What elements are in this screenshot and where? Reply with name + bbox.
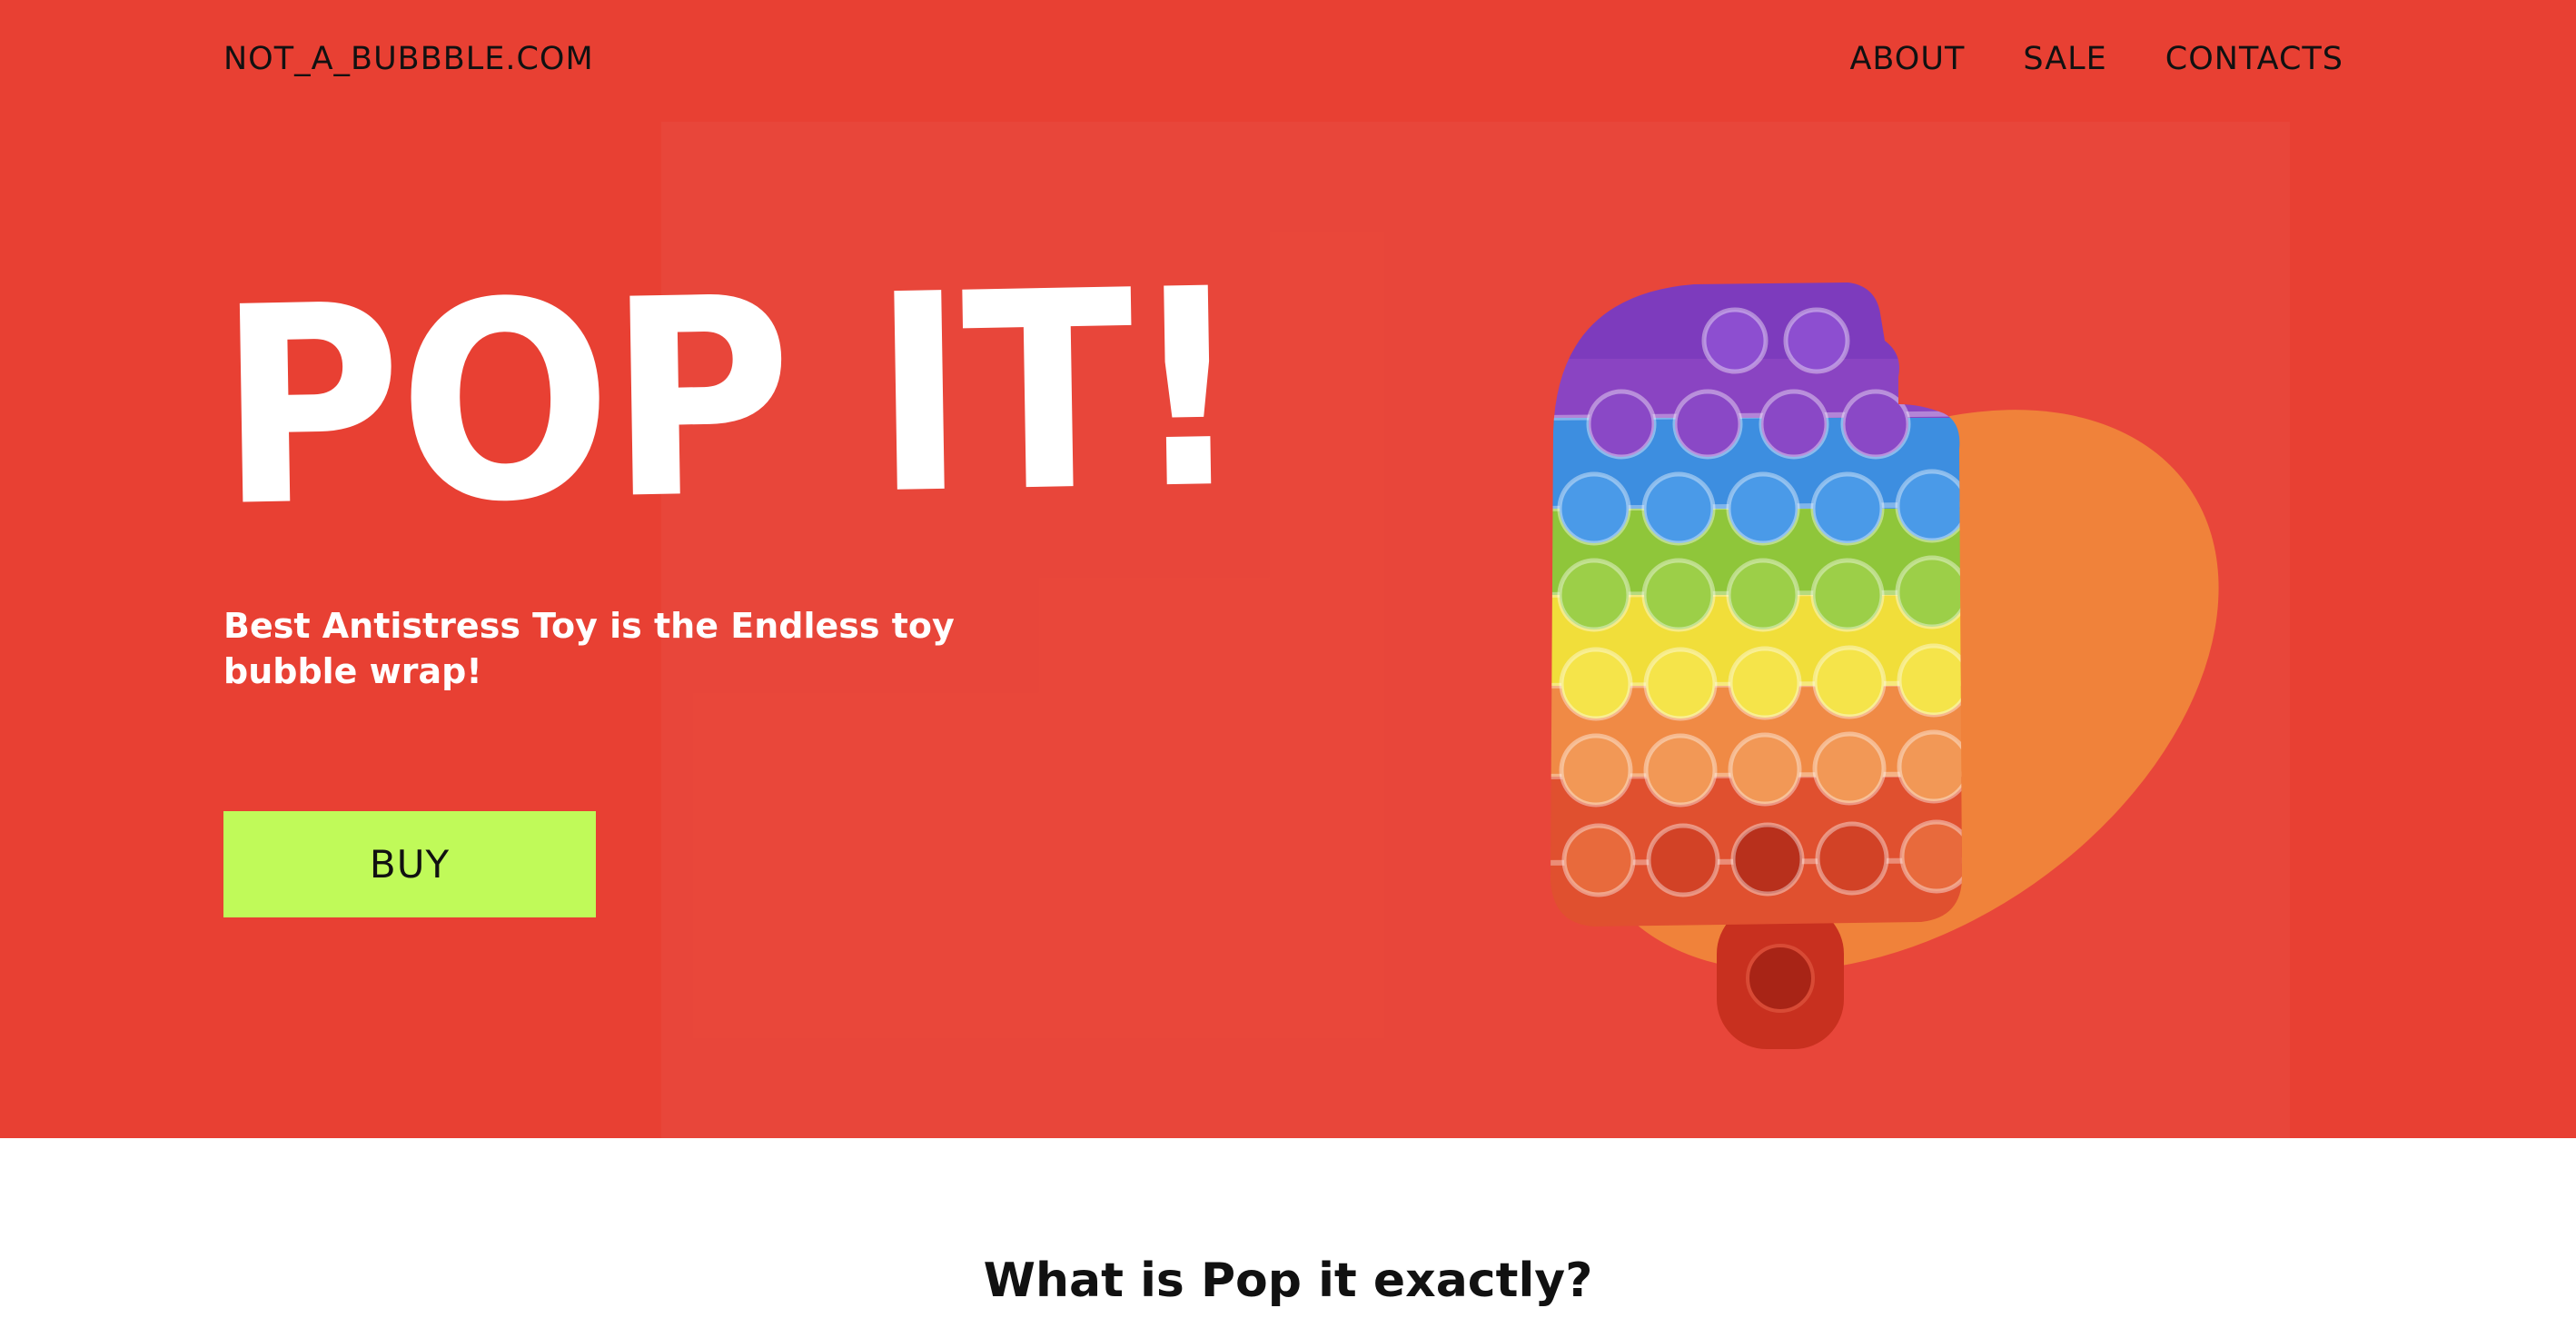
- top-nav: ABOUT SALE CONTACTS: [1849, 41, 2343, 77]
- nav-link-sale[interactable]: SALE: [2023, 41, 2106, 77]
- nav-link-contacts[interactable]: CONTACTS: [2165, 41, 2343, 77]
- nav-link-about[interactable]: ABOUT: [1849, 41, 1965, 77]
- hero-title: POP IT!: [215, 230, 1244, 567]
- buy-button[interactable]: BUY: [223, 811, 596, 917]
- brand-logo-link[interactable]: NOT_A_BUBBBLE.COM: [223, 41, 594, 77]
- hero-subtitle: Best Antistress Toy is the Endless toy b…: [223, 606, 955, 691]
- popsicle-pop-it-image: [1551, 282, 1962, 1049]
- section-title: What is Pop it exactly?: [983, 1254, 1593, 1308]
- hero-section: NOT_A_BUBBBLE.COM ABOUT SALE CONTACTS PO…: [0, 0, 2576, 1138]
